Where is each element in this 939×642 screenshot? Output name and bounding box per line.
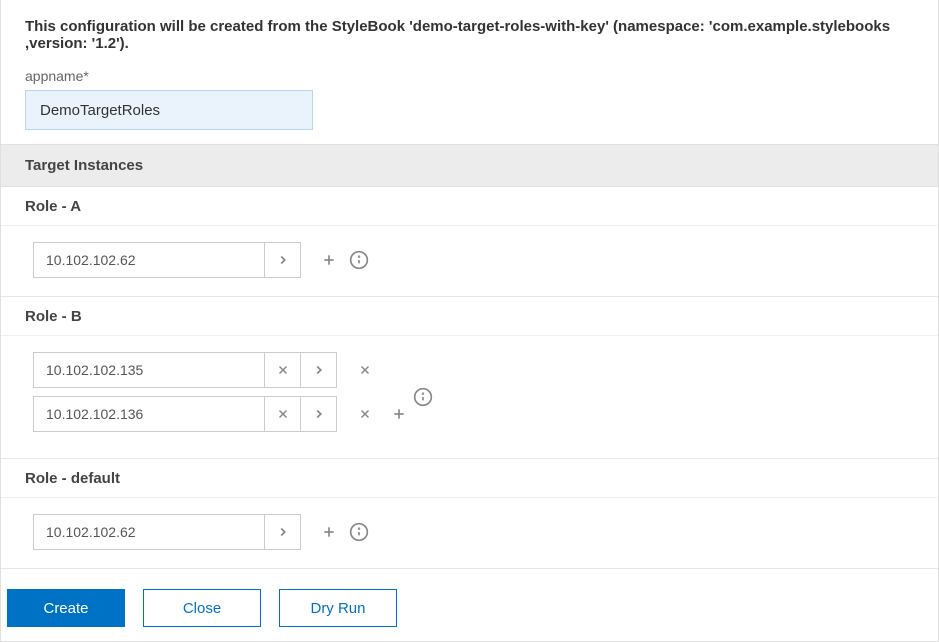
expand-button[interactable] <box>265 514 301 550</box>
plus-icon <box>321 252 337 268</box>
expand-button[interactable] <box>265 242 301 278</box>
role-b-instance-input-1[interactable] <box>33 352 265 388</box>
role-default-row-1 <box>33 514 914 550</box>
role-default-label: Role - default <box>1 459 938 498</box>
role-a-block: Role - A <box>1 187 938 297</box>
create-button[interactable]: Create <box>7 589 125 627</box>
role-a-label: Role - A <box>1 187 938 226</box>
info-button[interactable] <box>347 514 371 550</box>
role-b-row-2 <box>33 396 914 432</box>
chevron-right-icon <box>312 407 326 421</box>
role-b-instance-input-2[interactable] <box>33 396 265 432</box>
remove-instance-button[interactable] <box>351 352 379 388</box>
clear-input-button[interactable] <box>265 396 301 432</box>
remove-instance-button[interactable] <box>351 396 379 432</box>
role-default-block: Role - default <box>1 459 938 569</box>
x-icon <box>358 407 372 421</box>
dry-run-button[interactable]: Dry Run <box>279 589 397 627</box>
expand-button[interactable] <box>301 352 337 388</box>
config-description: This configuration will be created from … <box>1 0 938 64</box>
role-b-block: Role - B <box>1 297 938 459</box>
add-instance-button[interactable] <box>385 396 413 432</box>
x-icon <box>276 363 290 377</box>
clear-input-button[interactable] <box>265 352 301 388</box>
x-icon <box>358 363 372 377</box>
add-instance-button[interactable] <box>315 514 343 550</box>
role-a-instance-input-1[interactable] <box>33 242 265 278</box>
role-default-instance-input-1[interactable] <box>33 514 265 550</box>
appname-label: appname* <box>25 68 914 84</box>
chevron-right-icon <box>276 253 290 267</box>
info-icon <box>413 387 433 407</box>
add-instance-button[interactable] <box>315 242 343 278</box>
plus-icon <box>321 524 337 540</box>
chevron-right-icon <box>276 525 290 539</box>
chevron-right-icon <box>312 363 326 377</box>
target-instances-header: Target Instances <box>1 144 938 187</box>
x-icon <box>276 407 290 421</box>
appname-input[interactable] <box>25 90 313 130</box>
close-button[interactable]: Close <box>143 589 261 627</box>
plus-icon <box>391 406 407 422</box>
role-b-row-1 <box>33 352 914 388</box>
info-button[interactable] <box>347 242 371 278</box>
role-a-row-1 <box>33 242 914 278</box>
info-icon <box>349 522 369 542</box>
role-b-label: Role - B <box>1 297 938 336</box>
info-button[interactable] <box>413 387 433 407</box>
expand-button[interactable] <box>301 396 337 432</box>
info-icon <box>349 250 369 270</box>
